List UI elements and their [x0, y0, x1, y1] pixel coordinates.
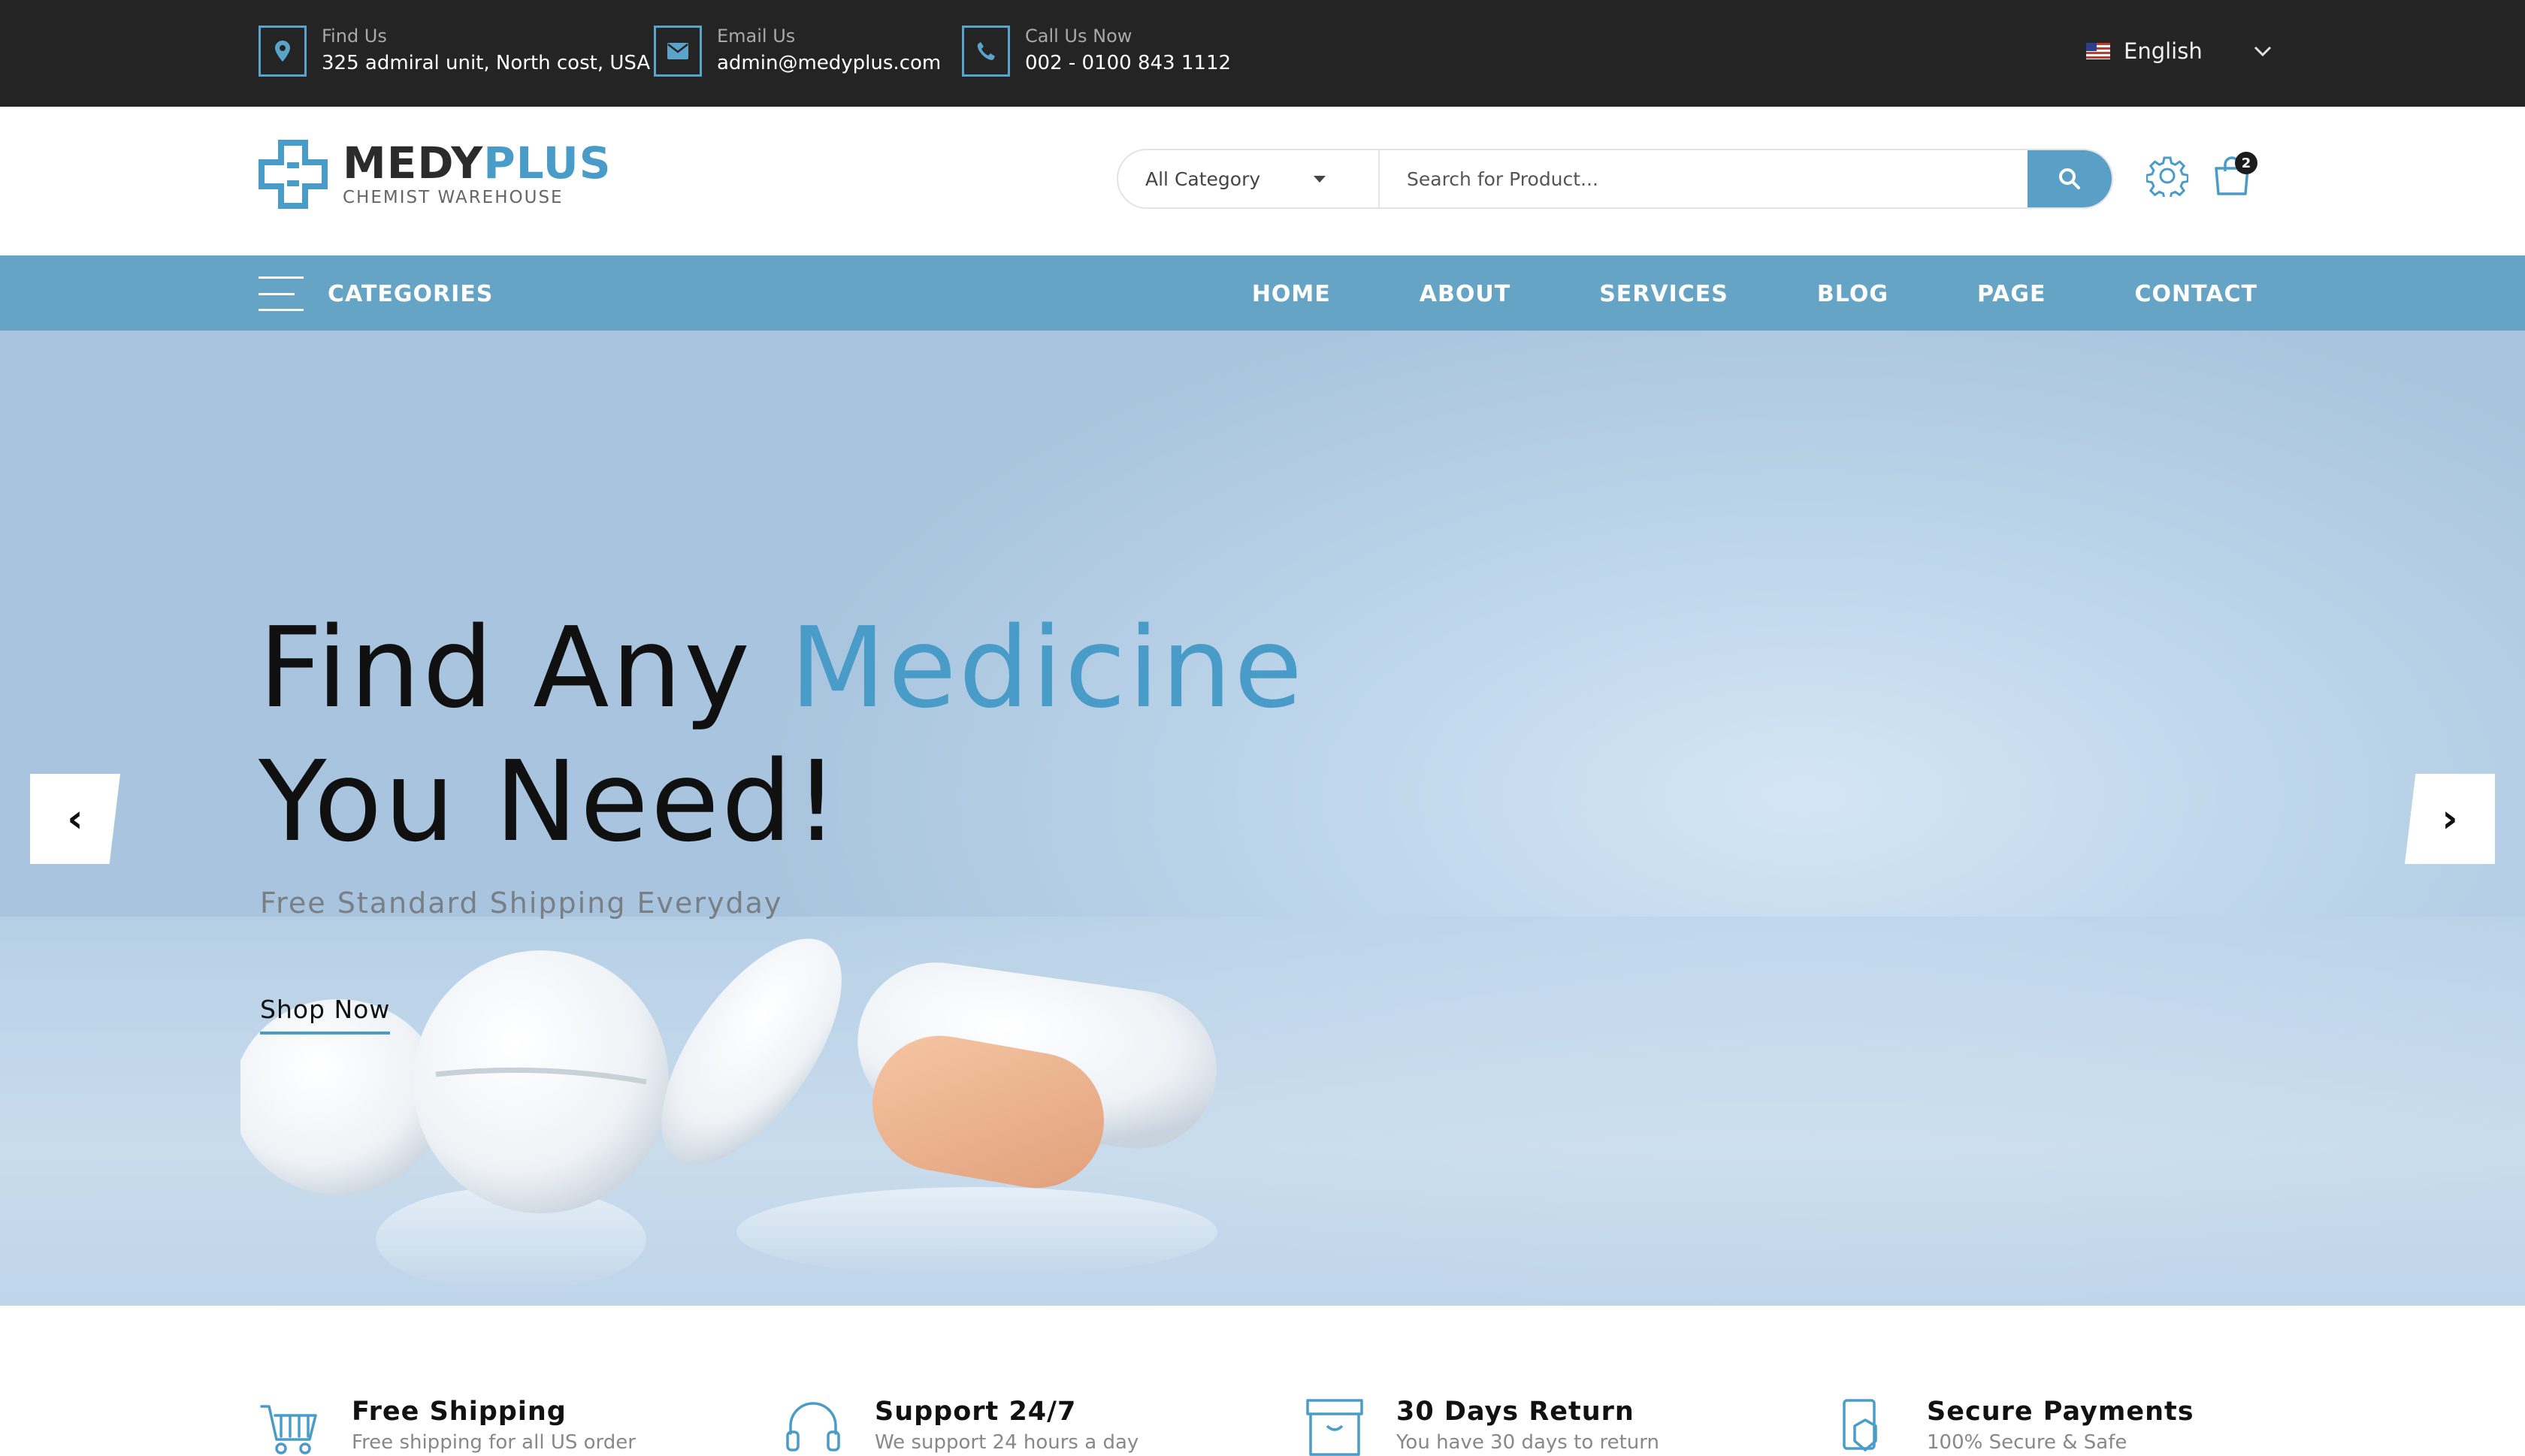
envelope-icon	[654, 26, 702, 77]
chevron-down-icon	[2254, 46, 2271, 56]
headset-icon	[786, 1402, 840, 1451]
nav-page[interactable]: PAGE	[1977, 281, 2046, 307]
phone-icon	[962, 26, 1010, 77]
site-header: MEDYPLUS CHEMIST WAREHOUSE All Category …	[0, 107, 2525, 255]
hamburger-menu-icon	[259, 276, 304, 311]
category-select[interactable]: All Category	[1118, 150, 1380, 207]
contact-find-us[interactable]: Find Us 325 admiral unit, North cost, US…	[259, 26, 650, 77]
top-bar: Find Us 325 admiral unit, North cost, US…	[0, 0, 2525, 107]
feature-title: Support 24/7	[875, 1397, 1077, 1427]
feature-title: Secure Payments	[1927, 1397, 2194, 1427]
feature-secure-payments: Secure Payments 100% Secure & Safe	[1834, 1396, 2194, 1456]
hero-slider: Find Any Medicine You Need! Free Standard…	[0, 331, 2525, 1306]
gear-icon	[2146, 156, 2188, 197]
features-strip: Free Shipping Free shipping for all US o…	[0, 1306, 2525, 1456]
feature-desc: You have 30 days to return	[1396, 1431, 1659, 1454]
language-selector[interactable]: English	[2086, 35, 2272, 68]
caret-down-icon	[1314, 176, 1326, 183]
nav-about[interactable]: ABOUT	[1420, 281, 1510, 307]
slider-prev-button[interactable]: ‹	[30, 774, 120, 864]
feature-support: Support 24/7 We support 24 hours a day	[782, 1396, 1139, 1456]
category-select-value: All Category	[1145, 168, 1261, 190]
map-pin-icon	[259, 26, 307, 77]
feature-title: 30 Days Return	[1396, 1397, 1634, 1427]
us-flag-icon	[2086, 43, 2110, 59]
logo-tagline: CHEMIST WAREHOUSE	[343, 188, 564, 207]
cart-count-badge: 2	[2235, 152, 2257, 174]
medical-cross-logo-icon	[259, 140, 328, 209]
hero-headline-highlight: Medicine	[789, 603, 1305, 733]
search-input[interactable]	[1380, 150, 2028, 207]
contact-label: Find Us	[322, 26, 387, 47]
contact-email-us[interactable]: Email Us admin@medyplus.com	[654, 26, 941, 77]
feature-desc: Free shipping for all US order	[352, 1431, 636, 1454]
search-button[interactable]	[2028, 150, 2112, 207]
cart-button[interactable]: 2	[2209, 152, 2257, 198]
nav-home[interactable]: HOME	[1252, 281, 1331, 307]
contact-label: Email Us	[717, 26, 796, 47]
hero-headline: Find Any Medicine You Need!	[259, 601, 1305, 868]
hero-headline-line2: You Need!	[259, 737, 842, 866]
chevron-left-icon: ‹	[67, 796, 83, 841]
categories-label: CATEGORIES	[328, 280, 494, 307]
shop-now-button[interactable]: Shop Now	[260, 995, 391, 1035]
contact-call-us[interactable]: Call Us Now 002 - 0100 843 1112	[962, 26, 1231, 77]
feature-free-shipping: Free Shipping Free shipping for all US o…	[259, 1396, 636, 1456]
return-box-icon	[1306, 1399, 1363, 1456]
contact-value: 325 admiral unit, North cost, USA	[322, 52, 651, 74]
logo-text-medy: MEDY	[343, 137, 484, 189]
feature-title: Free Shipping	[352, 1397, 567, 1427]
contact-value: admin@medyplus.com	[717, 52, 942, 74]
search-bar: All Category	[1117, 149, 2113, 209]
nav-blog[interactable]: BLOG	[1817, 281, 1888, 307]
pills-image	[240, 938, 1217, 1292]
categories-toggle[interactable]: CATEGORIES	[259, 275, 493, 313]
feature-desc: 100% Secure & Safe	[1927, 1431, 2127, 1454]
contact-value: 002 - 0100 843 1112	[1025, 52, 1232, 74]
main-navigation: CATEGORIES HOME ABOUT SERVICES BLOG PAGE…	[0, 255, 2525, 331]
contact-label: Call Us Now	[1025, 26, 1132, 47]
logo-text-plus: PLUS	[483, 137, 612, 189]
secure-card-icon	[1843, 1399, 1877, 1451]
chevron-right-icon: ›	[2442, 796, 2458, 841]
feature-desc: We support 24 hours a day	[875, 1431, 1139, 1454]
logo[interactable]: MEDYPLUS CHEMIST WAREHOUSE	[259, 140, 612, 209]
cart-icon	[260, 1405, 317, 1454]
nav-contact[interactable]: CONTACT	[2135, 281, 2257, 307]
feature-returns: 30 Days Return You have 30 days to retur…	[1303, 1396, 1659, 1456]
search-icon	[2059, 168, 2080, 189]
hero-subtitle: Free Standard Shipping Everyday	[260, 887, 783, 920]
hero-headline-part1: Find Any	[259, 603, 790, 733]
language-label: English	[2124, 38, 2203, 64]
nav-services[interactable]: SERVICES	[1599, 281, 1728, 307]
settings-button[interactable]	[2145, 153, 2190, 198]
slider-next-button[interactable]: ›	[2405, 774, 2495, 864]
